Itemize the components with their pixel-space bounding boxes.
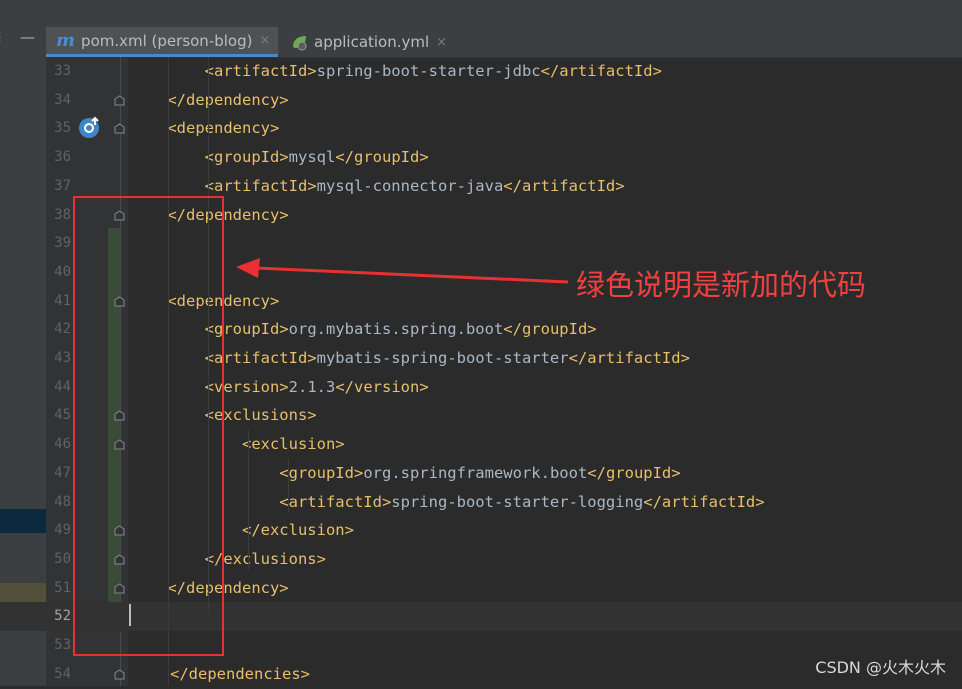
xml-tag: <artifactId>	[204, 62, 317, 80]
line-number: 37	[54, 177, 71, 194]
line-number: 39	[54, 235, 71, 252]
line-number: 51	[54, 579, 71, 596]
line-number: 47	[54, 464, 71, 481]
xml-value: mysql	[288, 148, 336, 167]
annotation-box	[73, 196, 224, 656]
xml-tag: <artifactId>	[204, 176, 317, 195]
xml-tag: </dependencies>	[170, 664, 310, 683]
xml-tag: </artifactId>	[503, 176, 625, 195]
xml-tag: </version>	[335, 377, 429, 396]
xml-tag: </artifactId>	[540, 62, 662, 80]
line-number: 46	[54, 436, 71, 453]
line-number: 38	[54, 206, 71, 223]
line-number: 49	[54, 522, 71, 539]
xml-tag: <dependency>	[167, 119, 280, 138]
line-number: 42	[54, 321, 71, 338]
line-number: 40	[54, 263, 71, 280]
line-number: 36	[54, 149, 71, 166]
line-number: 48	[54, 493, 71, 510]
fold-icon[interactable]	[114, 669, 125, 680]
xml-value: 2.1.3	[288, 377, 336, 396]
xml-tag: </groupId>	[335, 148, 429, 167]
line-number: 45	[54, 407, 71, 424]
tab-label: pom.xml (person-blog)	[81, 31, 253, 50]
code-text: </dependencies>	[170, 660, 310, 689]
code-line[interactable]: 36 <groupId>mysql</groupId>	[0, 143, 962, 172]
line-number: 53	[54, 637, 71, 653]
xml-value: mybatis-spring-boot-starter	[316, 349, 569, 367]
xml-tag: </exclusion>	[241, 521, 354, 540]
watermark: CSDN @火木火木	[815, 658, 946, 677]
editor-tab-bar: m pom.xml (person-blog) × application.ym…	[46, 0, 962, 58]
maven-update-icon[interactable]	[78, 115, 102, 139]
line-number: 34	[54, 91, 71, 108]
maven-icon: m	[56, 30, 76, 51]
code-text: <dependency>	[130, 114, 279, 143]
line-number: 50	[54, 550, 71, 567]
xml-tag: </groupId>	[503, 320, 597, 339]
xml-value: org.springframework.boot	[363, 463, 588, 482]
code-text: </dependency>	[130, 86, 289, 115]
tab-application-yml[interactable]: application.yml ×	[280, 27, 450, 57]
line-number: 52	[54, 608, 71, 625]
xml-tag: </groupId>	[587, 463, 681, 482]
indent-guide	[248, 430, 249, 570]
code-text: <artifactId>spring-boot-starter-logging<…	[130, 488, 765, 517]
fold-icon[interactable]	[114, 95, 125, 106]
xml-tag: <exclusion>	[241, 435, 345, 454]
minimize-button[interactable]: —	[20, 28, 35, 46]
line-number: 33	[54, 63, 71, 79]
xml-value: spring-boot-starter-logging	[391, 492, 644, 511]
xml-tag: </artifactId>	[643, 492, 765, 511]
code-text: <artifactId>spring-boot-starter-jdbc</ar…	[130, 57, 662, 86]
close-icon[interactable]: ×	[436, 35, 447, 50]
xml-tag: <groupId>	[279, 463, 364, 482]
spring-icon	[293, 36, 307, 51]
xml-value: spring-boot-starter-jdbc	[316, 62, 541, 80]
code-line[interactable]: 34 </dependency>	[0, 86, 962, 115]
line-number: 54	[54, 665, 71, 682]
xml-value: mysql-connector-java	[316, 176, 504, 195]
code-text: <groupId>mysql</groupId>	[130, 143, 429, 172]
code-line[interactable]: 35 <dependency>	[0, 114, 962, 143]
code-line[interactable]: 33 <artifactId>spring-boot-starter-jdbc<…	[0, 57, 962, 86]
xml-tag: <groupId>	[204, 148, 289, 167]
line-number: 44	[54, 378, 71, 395]
line-number: 43	[54, 350, 71, 366]
xml-tag: </dependency>	[167, 90, 289, 109]
xml-tag: <artifactId>	[279, 492, 392, 511]
panel-options-icon[interactable]: ⁝	[0, 28, 2, 46]
line-number: 35	[54, 120, 71, 137]
xml-value: org.mybatis.spring.boot	[288, 320, 504, 339]
tab-pom-xml[interactable]: m pom.xml (person-blog) ×	[46, 27, 278, 57]
close-icon[interactable]: ×	[259, 33, 270, 48]
xml-tag: </artifactId>	[568, 349, 690, 367]
tab-label: application.yml	[314, 33, 430, 51]
indent-guide	[288, 458, 289, 513]
fold-icon[interactable]	[114, 123, 125, 134]
annotation-text: 绿色说明是新加的代码	[576, 268, 867, 302]
line-number: 41	[54, 292, 71, 309]
